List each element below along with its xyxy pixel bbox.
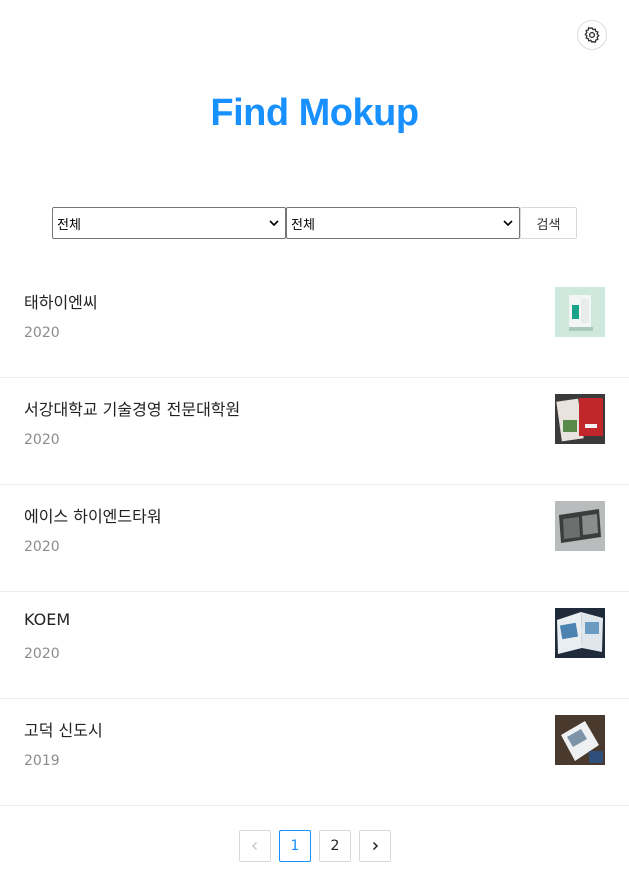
filter-bar: 전체 전체 검색 bbox=[52, 207, 577, 239]
category-select[interactable]: 전체 bbox=[52, 207, 286, 239]
list-item[interactable]: 태하이엔씨 2020 bbox=[0, 271, 629, 378]
item-year: 2020 bbox=[24, 646, 60, 662]
search-button[interactable]: 검색 bbox=[520, 207, 577, 239]
list-item[interactable]: KOEM 2020 bbox=[0, 592, 629, 699]
page-title: Find Mokup bbox=[210, 92, 419, 134]
next-page-button[interactable] bbox=[359, 830, 391, 862]
item-name: 에이스 하이엔드타워 bbox=[24, 507, 162, 526]
settings-button[interactable] bbox=[577, 20, 607, 50]
prev-page-button[interactable] bbox=[239, 830, 271, 862]
item-year: 2020 bbox=[24, 432, 60, 448]
year-select-value: 전체 bbox=[291, 217, 315, 233]
category-select-value: 전체 bbox=[57, 217, 81, 233]
thumbnail-image[interactable] bbox=[555, 715, 605, 765]
year-select[interactable]: 전체 bbox=[286, 207, 520, 239]
gear-icon bbox=[584, 26, 600, 44]
project-list: 태하이엔씨 2020 서강대학교 기술경영 전문대학원 2020 에이스 하이엔… bbox=[0, 271, 629, 806]
list-item[interactable]: 서강대학교 기술경영 전문대학원 2020 bbox=[0, 378, 629, 485]
thumbnail-image[interactable] bbox=[555, 287, 605, 337]
page-2-button[interactable]: 2 bbox=[319, 830, 351, 862]
thumbnail-image[interactable] bbox=[555, 501, 605, 551]
item-name: KOEM bbox=[24, 610, 71, 629]
chevron-left-icon bbox=[251, 841, 258, 851]
list-item[interactable]: 에이스 하이엔드타워 2020 bbox=[0, 485, 629, 592]
item-name: 서강대학교 기술경영 전문대학원 bbox=[24, 400, 241, 419]
item-year: 2020 bbox=[24, 539, 60, 555]
item-name: 고덕 신도시 bbox=[24, 721, 103, 740]
thumbnail-image[interactable] bbox=[555, 394, 605, 444]
item-year: 2020 bbox=[24, 325, 60, 341]
chevron-down-icon bbox=[503, 220, 513, 227]
pagination: 1 2 bbox=[239, 830, 391, 862]
list-item[interactable]: 고덕 신도시 2019 bbox=[0, 699, 629, 806]
chevron-down-icon bbox=[269, 220, 279, 227]
chevron-right-icon bbox=[372, 841, 379, 851]
item-year: 2019 bbox=[24, 753, 60, 769]
item-name: 태하이엔씨 bbox=[24, 293, 98, 312]
page-1-button[interactable]: 1 bbox=[279, 830, 311, 862]
thumbnail-image[interactable] bbox=[555, 608, 605, 658]
